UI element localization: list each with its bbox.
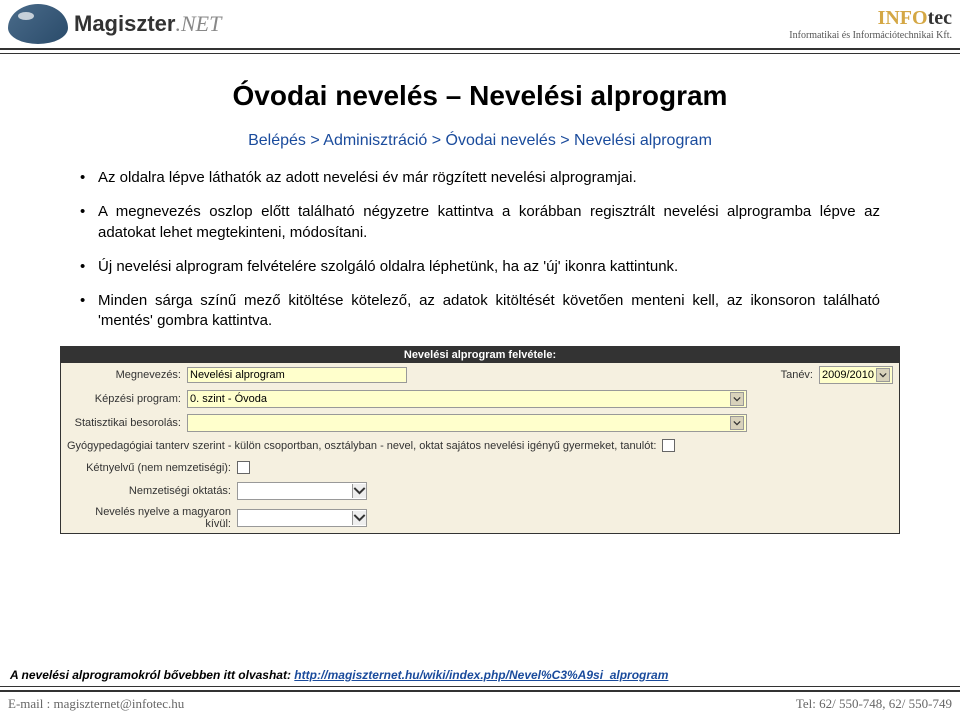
footer-tel: Tel: 62/ 550-748, 62/ 550-749	[796, 696, 952, 712]
kepzesi-value: 0. szint - Óvoda	[190, 393, 267, 405]
brand-suffix: .NET	[175, 11, 221, 36]
megnevezes-label: Megnevezés:	[67, 369, 187, 381]
breadcrumb: Belépés > Adminisztráció > Óvodai nevelé…	[60, 132, 900, 150]
nyelve-select[interactable]	[237, 509, 367, 527]
bullet-item: Minden sárga színű mező kitöltése kötele…	[80, 291, 880, 332]
form-row-megnevezes: Megnevezés: Tanév: 2009/2010	[61, 363, 899, 387]
footer-more-info: A nevelési alprogramokról bővebben itt o…	[10, 668, 668, 682]
statisztikai-select[interactable]	[187, 414, 747, 432]
kepzesi-label: Képzési program:	[67, 393, 187, 405]
more-link[interactable]: http://magiszternet.hu/wiki/index.php/Ne…	[294, 668, 668, 682]
gyogyped-label: Gyógypedagógiai tanterv szerint - külön …	[67, 440, 662, 452]
chevron-down-icon	[352, 511, 366, 525]
gyogyped-checkbox[interactable]	[662, 439, 675, 452]
form-row-kepzesi: Képzési program: 0. szint - Óvoda	[61, 387, 899, 411]
chevron-down-icon	[730, 392, 744, 406]
form-row-gyogyped: Gyógypedagógiai tanterv szerint - külön …	[61, 435, 899, 457]
chevron-down-icon	[876, 368, 890, 382]
nemzetisegi-label: Nemzetiségi oktatás:	[67, 485, 237, 497]
bullet-item: Új nevelési alprogram felvételére szolgá…	[80, 257, 880, 277]
tanev-select[interactable]: 2009/2010	[819, 366, 893, 384]
brand-text: Magiszter.NET	[74, 11, 221, 37]
more-label: A nevelési alprogramokról bővebben itt o…	[10, 668, 294, 682]
statisztikai-label: Statisztikai besorolás:	[67, 417, 187, 429]
form-panel: Nevelési alprogram felvétele: Megnevezés…	[60, 346, 900, 534]
bullet-list: Az oldalra lépve láthatók az adott nevel…	[60, 168, 900, 332]
company-subtitle: Informatikai és Információtechnikai Kft.	[789, 30, 952, 41]
infotec-logo: INFOtec	[789, 7, 952, 30]
page-title: Óvodai nevelés – Nevelési alprogram	[60, 80, 900, 112]
megnevezes-input[interactable]	[187, 367, 407, 383]
ketnyelvu-label: Kétnyelvű (nem nemzetiségi):	[67, 462, 237, 474]
chevron-down-icon	[730, 416, 744, 430]
infotec-info: INFO	[878, 7, 928, 29]
main-content: Óvodai nevelés – Nevelési alprogram Belé…	[0, 50, 960, 544]
footer-email: E-mail : magiszternet@infotec.hu	[8, 696, 184, 712]
bottom-bar: E-mail : magiszternet@infotec.hu Tel: 62…	[0, 690, 960, 716]
brand-main: Magiszter	[74, 11, 175, 36]
brand-logo: Magiszter.NET	[8, 4, 221, 44]
bullet-item: Az oldalra lépve láthatók az adott nevel…	[80, 168, 880, 188]
header: Magiszter.NET INFOtec Informatikai és In…	[0, 0, 960, 50]
bullet-item: A megnevezés oszlop előtt található négy…	[80, 202, 880, 243]
nemzetisegi-select[interactable]	[237, 482, 367, 500]
tanev-value: 2009/2010	[822, 369, 874, 381]
nyelve-label: Nevelés nyelve a magyaron kívül:	[67, 506, 237, 530]
ketnyelvu-checkbox[interactable]	[237, 461, 250, 474]
tanev-label: Tanév:	[769, 369, 819, 381]
chevron-down-icon	[352, 484, 366, 498]
form-row-ketnyelvu: Kétnyelvű (nem nemzetiségi):	[61, 457, 899, 479]
form-row-statisztikai: Statisztikai besorolás:	[61, 411, 899, 435]
form-title: Nevelési alprogram felvétele:	[61, 347, 899, 363]
kepzesi-select[interactable]: 0. szint - Óvoda	[187, 390, 747, 408]
form-row-nemzetisegi: Nemzetiségi oktatás:	[61, 479, 899, 503]
company-info: INFOtec Informatikai és Információtechni…	[789, 7, 952, 41]
magiszter-logo-icon	[8, 4, 68, 44]
infotec-tec: tec	[928, 7, 952, 29]
form-row-nyelve: Nevelés nyelve a magyaron kívül:	[61, 503, 899, 533]
